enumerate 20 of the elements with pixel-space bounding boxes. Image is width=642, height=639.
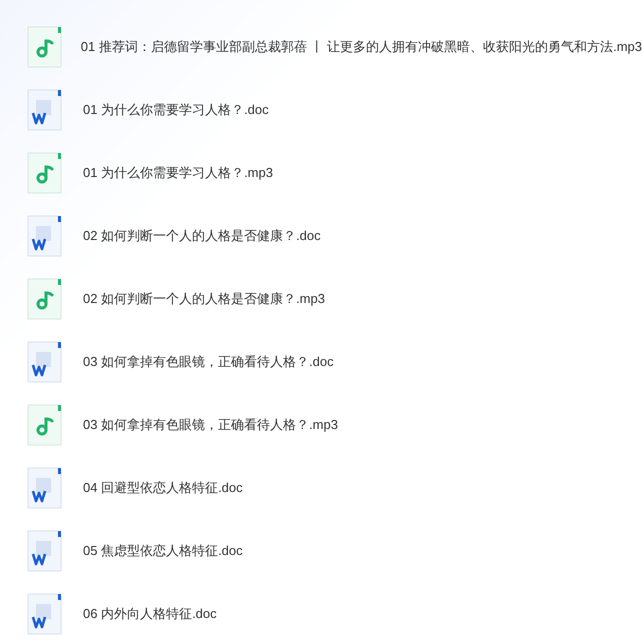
word-file-icon bbox=[27, 466, 63, 508]
music-file-icon bbox=[27, 404, 63, 446]
file-name[interactable]: 02 如何判断一个人的人格是否健康？.doc bbox=[83, 226, 321, 246]
word-file-icon bbox=[27, 88, 63, 130]
word-file-icon bbox=[27, 340, 63, 382]
file-name[interactable]: 04 回避型依恋人格特征.doc bbox=[83, 478, 243, 498]
file-name[interactable]: 03 如何拿掉有色眼镜，正确看待人格？.doc bbox=[83, 352, 334, 372]
music-file-icon bbox=[27, 26, 63, 68]
file-name[interactable]: 01 推荐词：启德留学事业部副总裁郭蓓 丨 让更多的人拥有冲破黑暗、收获阳光的勇气和方法.mp3 bbox=[80, 36, 642, 56]
word-file-icon bbox=[27, 214, 63, 256]
word-file-icon bbox=[27, 592, 63, 634]
file-name[interactable]: 02 如何判断一个人的人格是否健康？.mp3 bbox=[83, 288, 325, 308]
file-name[interactable]: 03 如何拿掉有色眼镜，正确看待人格？.mp3 bbox=[83, 414, 338, 434]
file-name[interactable]: 05 焦虑型依恋人格特征.doc bbox=[83, 540, 243, 560]
file-name[interactable]: 06 内外向人格特征.doc bbox=[83, 604, 217, 624]
music-file-icon bbox=[27, 278, 63, 320]
music-file-icon bbox=[27, 152, 63, 194]
file-name[interactable]: 01 为什么你需要学习人格？.doc bbox=[83, 100, 269, 120]
word-file-icon bbox=[27, 530, 63, 572]
file-name[interactable]: 01 为什么你需要学习人格？.mp3 bbox=[83, 162, 273, 182]
